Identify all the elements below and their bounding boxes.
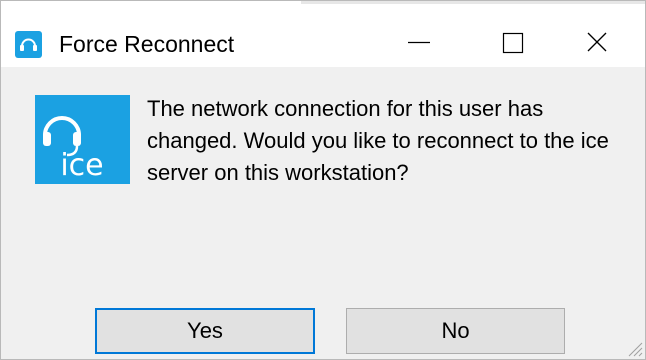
maximize-icon [502, 32, 524, 54]
title-bar-top-strip [301, 1, 645, 4]
dialog-window: Force Reconnect ice The network connecti… [0, 0, 646, 360]
yes-button[interactable]: Yes [95, 308, 315, 354]
maximize-button[interactable] [489, 23, 533, 63]
minimize-button[interactable] [397, 23, 441, 63]
minimize-icon [408, 41, 430, 44]
ice-logo-icon: ice [35, 95, 130, 184]
no-button[interactable]: No [346, 308, 565, 354]
title-bar[interactable]: Force Reconnect [1, 1, 645, 67]
close-icon [587, 32, 607, 52]
window-title: Force Reconnect [59, 31, 235, 57]
resize-grip-icon[interactable] [621, 335, 643, 357]
ice-logo-text: ice [60, 148, 103, 183]
message-text: The network connection for this user has… [147, 96, 609, 185]
close-button[interactable] [575, 23, 619, 63]
headset-icon [15, 31, 42, 58]
